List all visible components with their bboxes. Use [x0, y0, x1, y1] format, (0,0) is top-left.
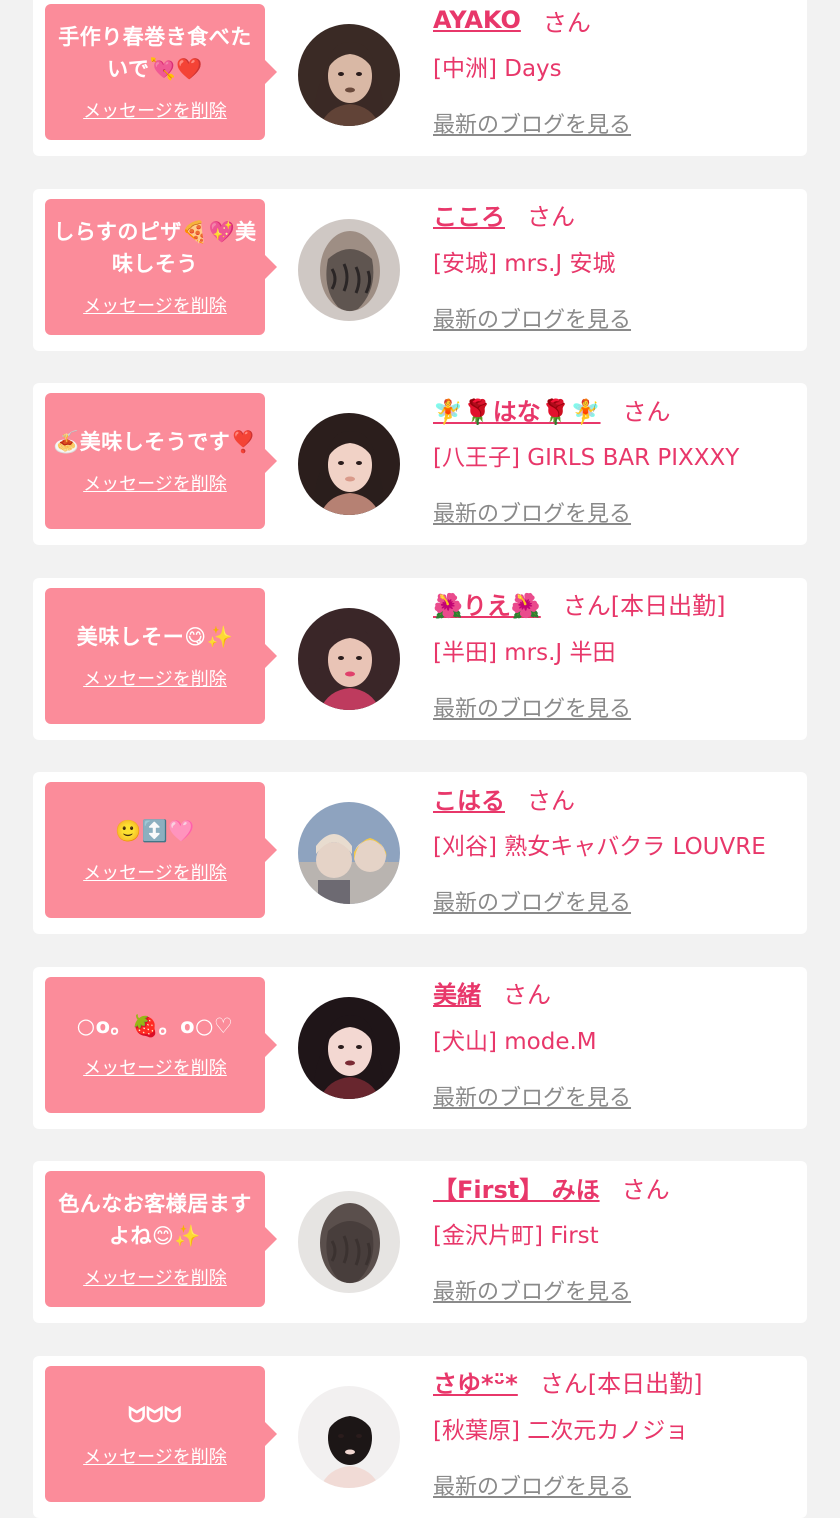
latest-blog-link[interactable]: 最新のブログを見る [433, 1274, 631, 1306]
woman-portrait-photo-icon [298, 413, 400, 515]
delete-message-link[interactable]: メッセージを削除 [83, 1264, 227, 1290]
profile-info: さゆ*ᵕ̈* さん[本日出勤] [秋葉原] 二次元カノジョ最新のブログを見る [433, 1362, 803, 1500]
message-bubble: 🙂↕️🩷 メッセージを削除 [45, 782, 277, 918]
two-women-selfie-photo-icon [298, 802, 400, 904]
name-row: AYAKO さん [433, 0, 803, 40]
delete-message-link[interactable]: メッセージを削除 [83, 665, 227, 691]
avatar[interactable] [298, 218, 400, 321]
message-text: 🙂↕️🩷 [115, 819, 195, 843]
shop-label: [安城] mrs.J 安城 [433, 250, 616, 277]
name-row: こころ さん [433, 195, 803, 235]
latest-blog-link[interactable]: 最新のブログを見る [433, 107, 631, 139]
woman-portrait-photo-icon [298, 24, 400, 126]
profile-info: 【First】 みほ さん [金沢片町] First 最新のブログを見る [433, 1167, 803, 1306]
message-text: ○o。🍓。o○♡ [76, 1013, 234, 1038]
avatar[interactable] [298, 1191, 400, 1293]
message-bubble: ᗢᗢᗢ メッセージを削除 [45, 1365, 277, 1502]
profile-name-link[interactable]: こころ [433, 197, 505, 232]
profile-info: こはる さん [刈谷] 熟女キャバクラ LOUVRE 最新のブログを見る [433, 778, 803, 917]
profile-info: こころ さん [安城] mrs.J 安城最新のブログを見る [433, 195, 803, 333]
name-row: 【First】 みほ さん [433, 1167, 803, 1207]
curly-hair-back-photo-icon [298, 1191, 400, 1293]
message-card: 🍝美味しそうです❣️ メッセージを削除 🧚🌹はな🌹🧚 さん [八王子] GIRLS BA… [33, 383, 807, 545]
avatar[interactable] [298, 413, 400, 515]
message-card: 手作り春巻き食べたいで💘❤️ メッセージを削除 AYAKO さん [中洲] Days 最新… [33, 0, 807, 156]
delete-message-link[interactable]: メッセージを削除 [83, 470, 227, 496]
message-text: 美味しそー😋✨ [76, 624, 234, 649]
honorific-label: さん [527, 786, 575, 815]
braided-hair-back-photo-icon [298, 218, 400, 321]
shop-label: [八王子] GIRLS BAR PIXXXY [433, 445, 740, 471]
name-row: 美緒 さん [433, 973, 803, 1013]
delete-message-link[interactable]: メッセージを削除 [83, 859, 227, 885]
profile-info: AYAKO さん [中洲] Days 最新のブログを見る [433, 0, 803, 138]
message-bubble: ○o。🍓。o○♡ メッセージを削除 [45, 976, 277, 1113]
message-card: ○o。🍓。o○♡ メッセージを削除 美緒 さん [犬山] mode.M 最新のブログを見る [33, 966, 807, 1129]
latest-blog-link[interactable]: 最新のブログを見る [433, 496, 631, 528]
profile-name-link[interactable]: 【First】 みほ [433, 1170, 600, 1205]
message-text: しらすのピザ🍕💖美味しそう [53, 219, 257, 276]
latest-blog-link[interactable]: 最新のブログを見る [433, 1080, 631, 1112]
message-bubble: 🍝美味しそうです❣️ メッセージを削除 [45, 393, 277, 529]
shop-label: [犬山] mode.M [433, 1028, 597, 1055]
latest-blog-link[interactable]: 最新のブログを見る [433, 885, 631, 917]
message-text: 手作り春巻き食べたいで💘❤️ [58, 25, 252, 81]
honorific-label: さん [621, 1175, 670, 1204]
message-bubble: しらすのピザ🍕💖美味しそうメッセージを削除 [45, 198, 277, 335]
shop-label: [秋葉原] 二次元カノジョ [433, 1417, 689, 1444]
honorific-label: さん [542, 8, 591, 37]
profile-name-link[interactable]: さゆ*ᵕ̈* [433, 1364, 518, 1399]
delete-message-link[interactable]: メッセージを削除 [83, 292, 227, 318]
name-row: さゆ*ᵕ̈* さん[本日出勤] [433, 1362, 803, 1402]
delete-message-link[interactable]: メッセージを削除 [83, 97, 227, 123]
message-text: 色んなお客様居ますよね😊✨ [58, 1192, 252, 1248]
name-row: 🌺りえ🌺 さん[本日出勤] [433, 584, 803, 624]
message-card: 🙂↕️🩷 メッセージを削除 こはる さん [刈谷] 熟女キャバクラ LOUVRE 最新のブ… [33, 772, 807, 934]
profile-info: 🌺りえ🌺 さん[本日出勤] [半田] mrs.J 半田最新のブログを見る [433, 584, 803, 722]
honorific-label: さん [527, 203, 575, 231]
message-card: しらすのピザ🍕💖美味しそうメッセージを削除 こころ さん [安城] mrs.J 安城最… [33, 188, 807, 351]
profile-name-link[interactable]: こはる [433, 781, 505, 816]
avatar[interactable] [298, 996, 400, 1099]
profile-info: 🧚🌹はな🌹🧚 さん [八王子] GIRLS BAR PIXXXY 最新のブログを見る [433, 389, 803, 528]
delete-message-link[interactable]: メッセージを削除 [83, 1054, 227, 1080]
message-card: 美味しそー😋✨ メッセージを削除 🌺りえ🌺 さん[本日出勤] [半田] mrs.J 半田… [33, 577, 807, 740]
profile-name-link[interactable]: 🧚🌹はな🌹🧚 [433, 392, 601, 427]
latest-blog-link[interactable]: 最新のブログを見る [433, 1469, 631, 1501]
honorific-label: さん [622, 397, 671, 426]
woman-portrait-photo-icon [298, 996, 400, 1099]
message-card: ᗢᗢᗢ メッセージを削除 さゆ*ᵕ̈* さん[本日出勤] [秋葉原] 二次元カノジョ最新… [33, 1355, 807, 1518]
avatar[interactable] [298, 24, 400, 126]
woman-portrait-photo-icon [298, 607, 400, 710]
avatar[interactable] [298, 802, 400, 904]
name-row: 🧚🌹はな🌹🧚 さん [433, 389, 803, 429]
shop-label: [中洲] Days [433, 56, 562, 82]
shop-label: [金沢片町] First [433, 1223, 599, 1249]
message-text: 🍝美味しそうです❣️ [53, 430, 257, 454]
name-row: こはる さん [433, 778, 803, 818]
profile-name-link[interactable]: 美緒 [433, 975, 481, 1010]
avatar[interactable] [298, 1385, 400, 1488]
message-bubble: 色んなお客様居ますよね😊✨ メッセージを削除 [45, 1171, 277, 1307]
message-text: ᗢᗢᗢ [128, 1402, 182, 1427]
shop-label: [刈谷] 熟女キャバクラ LOUVRE [433, 834, 766, 860]
honorific-label: さん[本日出勤] [539, 1370, 703, 1398]
profile-name-link[interactable]: 🌺りえ🌺 [433, 586, 541, 621]
delete-message-link[interactable]: メッセージを削除 [83, 1443, 227, 1469]
latest-blog-link[interactable]: 最新のブログを見る [433, 302, 631, 334]
message-bubble: 美味しそー😋✨ メッセージを削除 [45, 587, 277, 724]
profile-name-link[interactable]: AYAKO [433, 6, 521, 34]
avatar[interactable] [298, 607, 400, 710]
message-card: 色んなお客様居ますよね😊✨ メッセージを削除 【First】 みほ さん [金沢片町] … [33, 1161, 807, 1323]
honorific-label: さん [503, 981, 551, 1009]
woman-portrait-photo-icon [298, 1385, 400, 1488]
honorific-label: さん[本日出勤] [562, 592, 726, 620]
message-bubble: 手作り春巻き食べたいで💘❤️ メッセージを削除 [45, 4, 277, 140]
latest-blog-link[interactable]: 最新のブログを見る [433, 691, 631, 723]
profile-info: 美緒 さん [犬山] mode.M 最新のブログを見る [433, 973, 803, 1111]
shop-label: [半田] mrs.J 半田 [433, 639, 616, 666]
